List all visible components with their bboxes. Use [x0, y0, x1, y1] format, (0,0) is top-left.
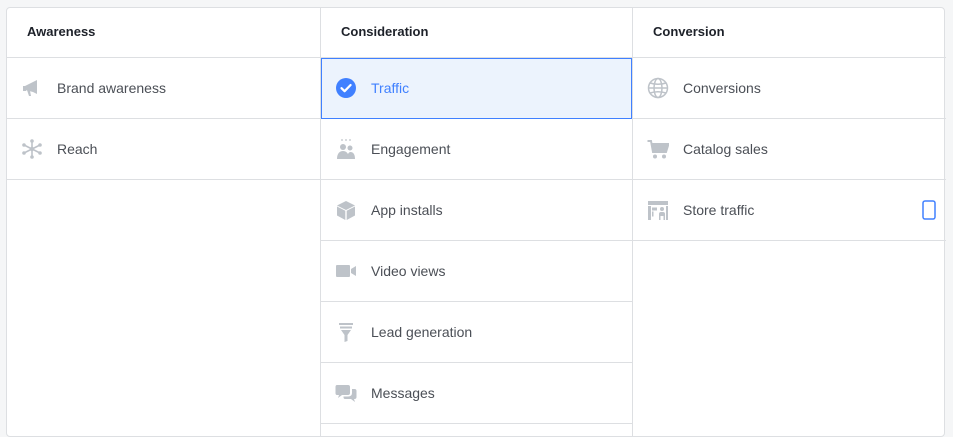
consideration-column: Consideration Traffic Engagement App ins… — [320, 8, 633, 436]
conversion-column: Conversion Conversions Catalog sales Sto… — [633, 8, 946, 436]
objective-label: Lead generation — [371, 324, 473, 340]
objective-messages[interactable]: Messages — [321, 363, 632, 424]
objective-label: Video views — [371, 263, 446, 279]
conversion-header: Conversion — [633, 8, 946, 58]
objective-label: Reach — [57, 141, 98, 157]
mobile-device-icon — [922, 200, 936, 220]
shopping-cart-icon — [647, 138, 669, 160]
people-icon — [335, 138, 357, 160]
objective-label: App installs — [371, 202, 443, 218]
globe-icon — [647, 77, 669, 99]
reach-icon — [21, 138, 43, 160]
checkmark-circle-icon — [335, 77, 357, 99]
objective-lead-generation[interactable]: Lead generation — [321, 302, 632, 363]
consideration-header: Consideration — [321, 8, 632, 58]
objective-traffic[interactable]: Traffic — [321, 58, 632, 119]
funnel-icon — [335, 321, 357, 343]
awareness-header: Awareness — [7, 8, 320, 58]
objective-label: Brand awareness — [57, 80, 166, 96]
objective-catalog-sales[interactable]: Catalog sales — [633, 119, 946, 180]
video-camera-icon — [335, 260, 357, 282]
chat-bubbles-icon — [335, 382, 357, 404]
box-icon — [335, 199, 357, 221]
objective-app-installs[interactable]: App installs — [321, 180, 632, 241]
objective-brand-awareness[interactable]: Brand awareness — [7, 58, 320, 119]
objective-video-views[interactable]: Video views — [321, 241, 632, 302]
objective-label: Conversions — [683, 80, 761, 96]
objective-reach[interactable]: Reach — [7, 119, 320, 180]
objective-store-traffic[interactable]: Store traffic — [633, 180, 946, 241]
objective-label: Store traffic — [683, 202, 755, 218]
megaphone-icon — [21, 77, 43, 99]
objective-label: Engagement — [371, 141, 451, 157]
storefront-icon — [647, 199, 669, 221]
objective-conversions[interactable]: Conversions — [633, 58, 946, 119]
objective-label: Messages — [371, 385, 435, 401]
awareness-column: Awareness Brand awareness Reach — [7, 8, 320, 436]
objective-engagement[interactable]: Engagement — [321, 119, 632, 180]
objective-label: Traffic — [371, 80, 410, 96]
objective-panel: Awareness Brand awareness Reach Consider… — [6, 7, 946, 437]
objective-label: Catalog sales — [683, 141, 768, 157]
